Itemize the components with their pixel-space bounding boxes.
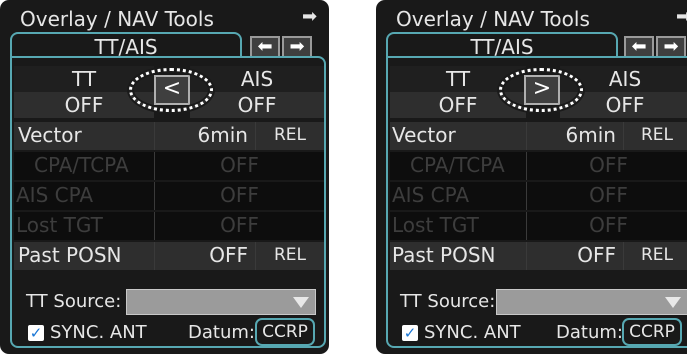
tt-source-label: TT Source: (400, 291, 496, 312)
title-arrow-icon[interactable]: ➡ (676, 6, 687, 27)
past-posn-label: Past POSN (18, 243, 122, 267)
title-arrow-icon[interactable]: ➡ (302, 6, 317, 27)
datum-button[interactable]: CCRP (255, 318, 315, 346)
vector-label: Vector (392, 123, 456, 147)
tt-source-label: TT Source: (26, 291, 122, 312)
panel-title: Overlay / NAV Tools (20, 7, 214, 31)
lost-tgt-value: OFF (526, 212, 687, 240)
vector-value[interactable]: 6min (154, 122, 254, 150)
past-posn-label: Past POSN (392, 243, 496, 267)
past-posn-value[interactable]: OFF (154, 242, 254, 270)
cpa-tcpa-value: OFF (526, 152, 687, 180)
datum-button[interactable]: CCRP (622, 318, 682, 346)
dropdown-arrow-icon (665, 297, 681, 308)
datum-label: Datum: (556, 322, 623, 343)
panel-title: Overlay / NAV Tools (396, 7, 590, 31)
past-posn-mode[interactable]: REL (623, 242, 687, 270)
nav-right-button[interactable]: ➡ (282, 36, 312, 58)
nav-right-button[interactable]: ➡ (656, 36, 686, 58)
cpa-tcpa-value: OFF (154, 152, 324, 180)
vector-value[interactable]: 6min (526, 122, 622, 150)
vector-label: Vector (18, 123, 82, 147)
nav-left-button[interactable]: ⬅ (624, 36, 654, 58)
past-posn-value[interactable]: OFF (526, 242, 622, 270)
sync-ant-label: SYNC. ANT (424, 322, 521, 343)
overlay-nav-tools-panel-left: Overlay / NAV Tools ➡ TT/AIS ⬅ ➡ TT AIS … (0, 0, 329, 354)
past-posn-mode[interactable]: REL (255, 242, 324, 270)
vector-mode[interactable]: REL (255, 122, 324, 150)
sync-ant-label: SYNC. ANT (50, 322, 147, 343)
highlight-ring (129, 68, 213, 112)
tab-tt-ais[interactable]: TT/AIS (10, 32, 242, 59)
lost-tgt-value: OFF (154, 212, 324, 240)
dropdown-arrow-icon (293, 297, 309, 308)
tt-source-dropdown[interactable] (126, 289, 316, 315)
ais-cpa-value: OFF (526, 182, 687, 210)
sync-ant-checkbox[interactable]: ✓ (402, 325, 418, 341)
ais-cpa-value: OFF (154, 182, 324, 210)
highlight-ring (499, 68, 583, 112)
nav-left-button[interactable]: ⬅ (250, 36, 280, 58)
tt-ais-settings: TT AIS OFF OFF < Vector 6min REL CPA/TCP… (10, 56, 326, 348)
tt-source-dropdown[interactable] (496, 289, 687, 315)
overlay-nav-tools-panel-right: Overlay / NAV Tools ➡ TT/AIS ⬅ ➡ TT AIS … (376, 0, 687, 354)
tt-ais-settings: TT AIS OFF OFF > Vector 6min REL CPA/TCP… (386, 56, 687, 348)
sync-ant-checkbox[interactable]: ✓ (28, 325, 44, 341)
datum-label: Datum: (188, 322, 255, 343)
vector-mode[interactable]: REL (623, 122, 687, 150)
tab-tt-ais[interactable]: TT/AIS (386, 32, 618, 59)
